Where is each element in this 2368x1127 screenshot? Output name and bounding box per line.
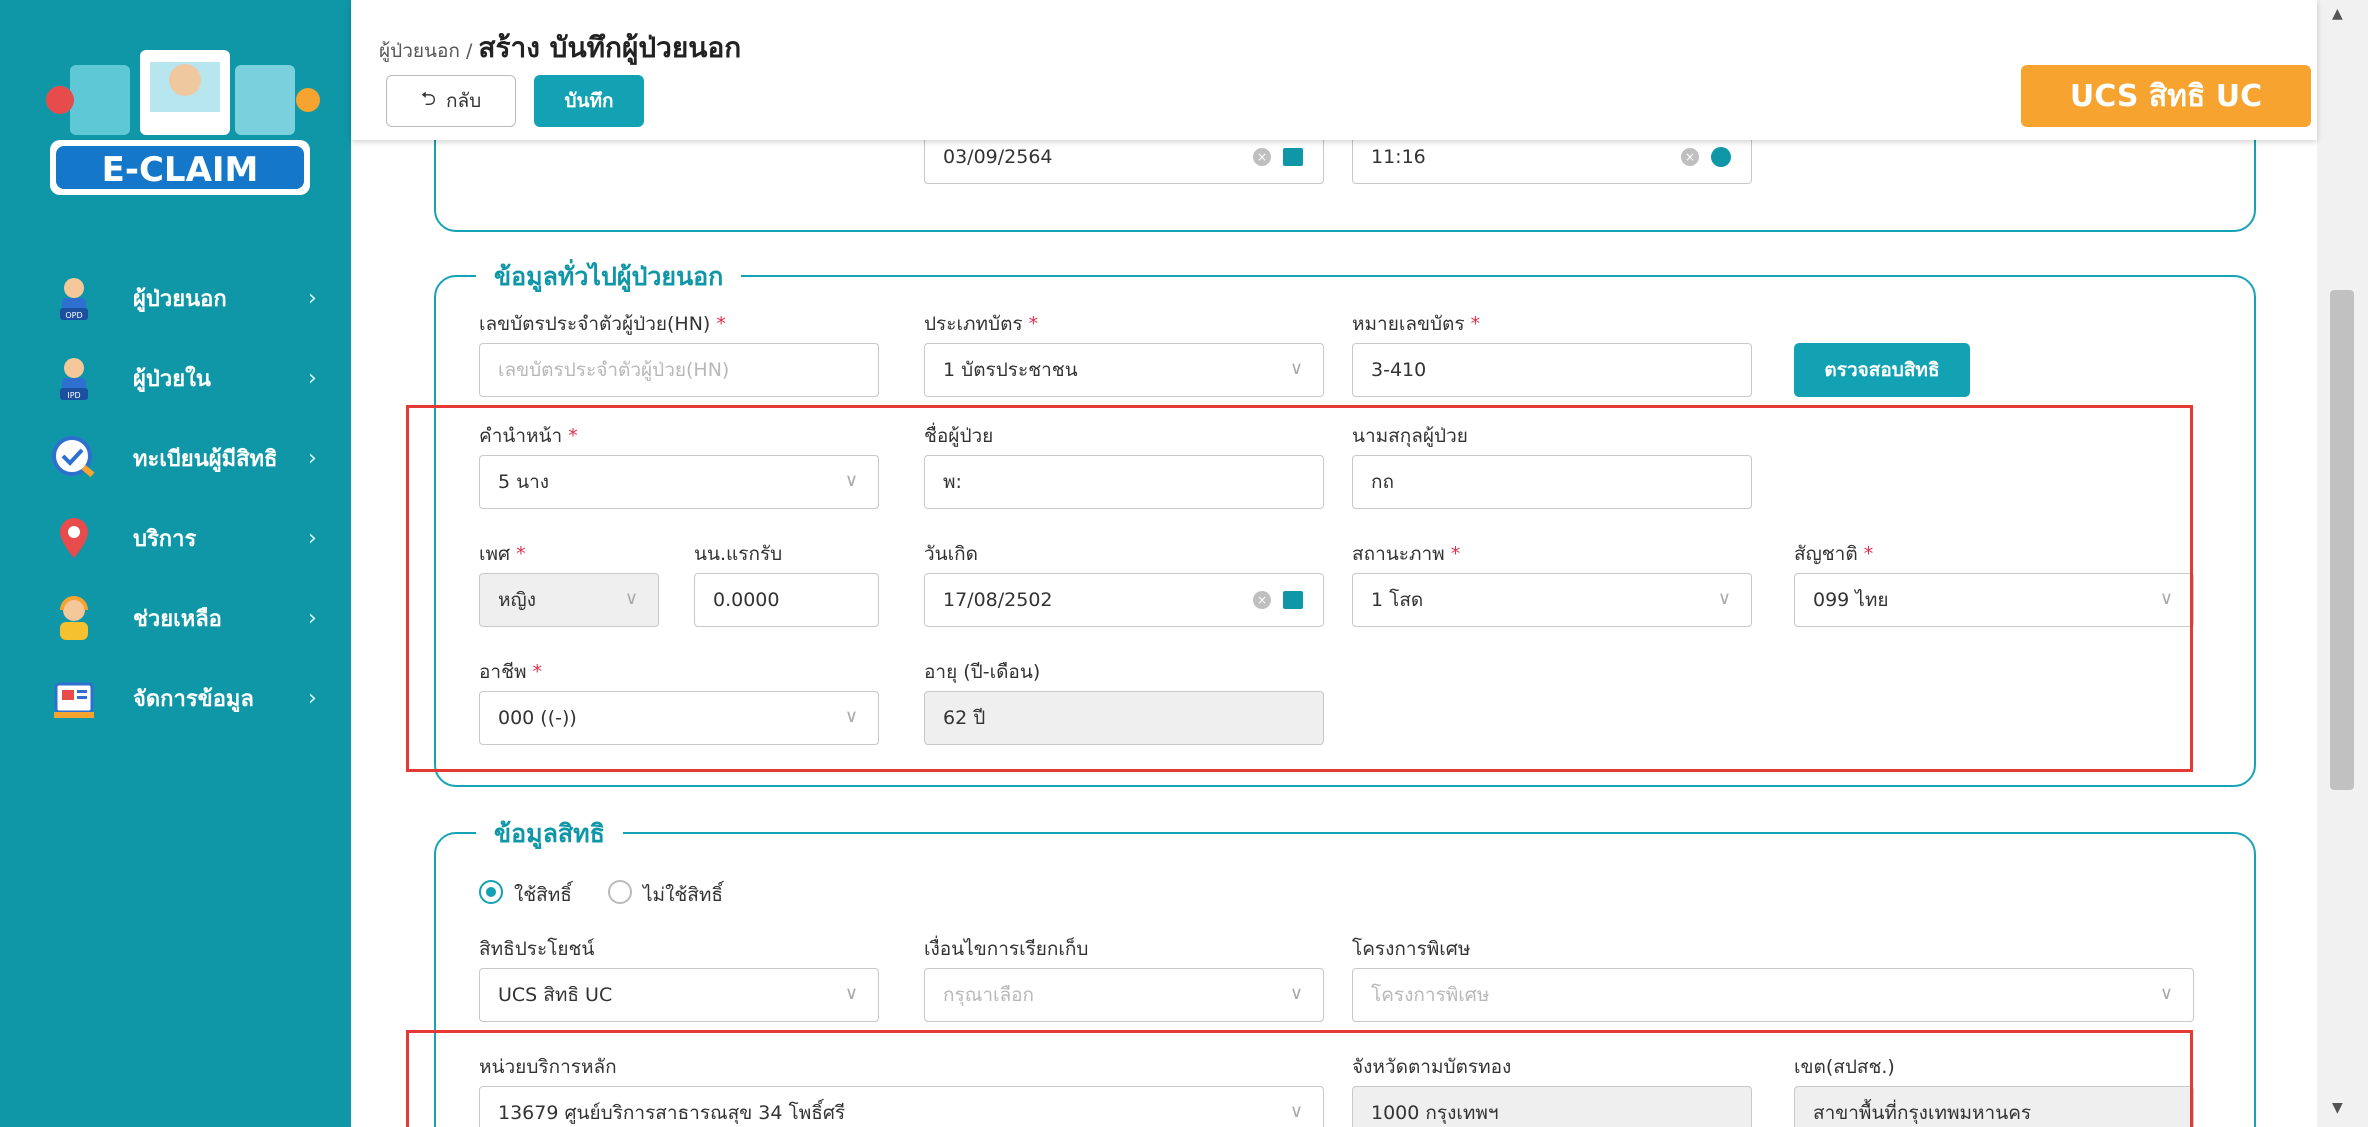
general-info-title: ข้อมูลทั่วไปผู้ป่วยนอก [476,257,742,297]
benefit-label: สิทธิประโยชน์ [479,938,595,960]
sidebar-item-label: จัดการข้อมูล [133,686,254,712]
card-type-select[interactable]: 1 บัตรประชาชน ∨ [924,343,1324,397]
breadcrumb: ผู้ป่วยนอก / สร้าง บันทึกผู้ป่วยนอก [379,26,741,70]
sidebar-item-label: ผู้ป่วยใน [133,366,211,392]
chevron-down-icon: ∨ [844,983,858,1004]
sidebar-item-service[interactable]: บริการ › [0,503,351,573]
billing-select[interactable]: กรุณาเลือก ∨ [924,968,1324,1022]
main-content: 03/09/2564 × 11:16 × ข้อมูลทั่วไปผู้ป่วย… [351,0,2317,1127]
page-title: สร้าง บันทึกผู้ป่วยนอก [478,31,742,64]
sidebar-item-registry[interactable]: ทะเบียนผู้มีสิทธิ › [0,423,351,493]
sidebar-item-data-manage[interactable]: จัดการข้อมูล › [0,663,351,733]
chevron-right-icon: › [308,365,317,391]
breadcrumb-separator: / [465,40,473,62]
breadcrumb-parent[interactable]: ผู้ป่วยนอก [379,40,460,62]
back-label: กลับ [446,91,482,112]
project-label: โครงการพิเศษ [1352,938,1471,960]
clear-icon[interactable]: × [1681,148,1699,166]
project-select[interactable]: โครงการพิเศษ ∨ [1352,968,2194,1022]
highlight-box-patient-info [406,405,2193,772]
card-type-label: ประเภทบัตร * [924,313,1039,335]
back-button[interactable]: ⮌ กลับ [386,75,516,127]
e-claim-logo: E-CLAIM [46,50,320,195]
scroll-down-arrow-icon[interactable]: ▼ [2332,1100,2343,1116]
sidebar-item-label: ผู้ป่วยนอก [133,286,227,312]
back-icon: ⮌ [420,89,436,110]
sidebar-item-help[interactable]: ช่วยเหลือ › [0,583,351,653]
card-no-label: หมายเลขบัตร * [1352,313,1481,335]
sidebar-item-ipd[interactable]: IPD ผู้ป่วยใน › [0,343,351,413]
no-rights-label: ไม่ใช้สิทธิ์ [643,884,723,906]
chevron-right-icon: › [308,445,317,471]
visit-time-value: 11:16 [1371,146,1426,168]
hn-input[interactable]: เลขบัตรประจำตัวผู้ป่วย(HN) [479,343,879,397]
chevron-right-icon: › [308,525,317,551]
svg-text:IPD: IPD [67,391,80,400]
save-button[interactable]: บันทึก [534,75,644,127]
sidebar-item-label: ทะเบียนผู้มีสิทธิ [133,446,278,472]
chevron-down-icon: ∨ [1289,983,1303,1004]
scrollbar-thumb[interactable] [2330,290,2354,790]
no-rights-radio[interactable] [608,880,632,904]
chevron-right-icon: › [308,605,317,631]
ipd-patient-icon: IPD [60,358,88,400]
clear-icon[interactable]: × [1253,148,1271,166]
use-rights-label: ใช้สิทธิ์ [514,884,572,906]
use-rights-radio[interactable] [479,880,503,904]
chevron-down-icon: ∨ [1289,358,1303,379]
data-manage-icon [54,682,94,718]
clock-icon[interactable] [1711,147,1731,167]
highlight-box-rights-info [406,1030,2193,1127]
sidebar-item-label: ช่วยเหลือ [133,606,222,632]
registry-icon [52,436,95,478]
card-no-input[interactable]: 3-410 [1352,343,1752,397]
chevron-right-icon: › [308,685,317,711]
hn-label: เลขบัตรประจำตัวผู้ป่วย(HN) * [479,313,726,335]
logo-text: E-CLAIM [102,150,259,190]
chevron-right-icon: › [308,285,317,311]
chevron-down-icon: ∨ [2159,983,2173,1004]
sidebar-item-label: บริการ [133,526,197,552]
location-pin-icon [60,518,88,558]
opd-patient-icon: OPD [60,278,88,320]
svg-text:OPD: OPD [65,311,82,320]
scrollbar[interactable]: ▲ ▼ [2317,0,2368,1127]
calendar-icon[interactable] [1283,148,1303,166]
check-rights-button[interactable]: ตรวจสอบสิทธิ [1794,343,1970,397]
sidebar: E-CLAIM OPD ผู้ป่วยนอก › IPD ผู้ป่วยใน ›… [0,0,351,1127]
helpdesk-icon [60,596,88,640]
rights-title: ข้อมูลสิทธิ [476,814,623,854]
billing-label: เงื่อนไขการเรียกเก็บ [924,938,1089,960]
rights-badge: UCS สิทธิ UC [2021,65,2311,127]
scroll-up-arrow-icon[interactable]: ▲ [2332,6,2343,22]
visit-date-value: 03/09/2564 [943,146,1053,168]
top-bar: ผู้ป่วยนอก / สร้าง บันทึกผู้ป่วยนอก ⮌ กล… [351,0,2317,140]
benefit-select[interactable]: UCS สิทธิ UC ∨ [479,968,879,1022]
sidebar-item-opd[interactable]: OPD ผู้ป่วยนอก › [0,263,351,333]
